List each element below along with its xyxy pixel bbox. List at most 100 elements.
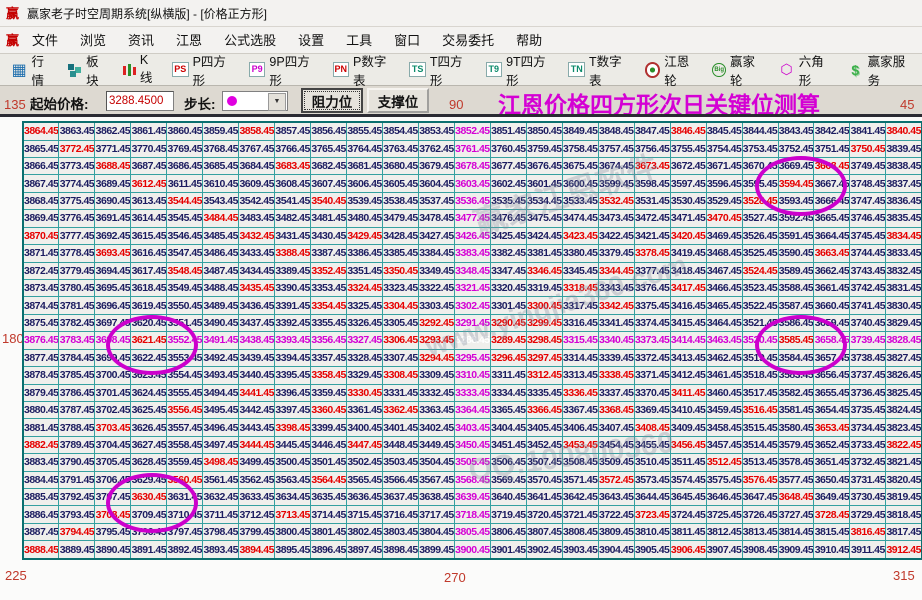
toolbar-button-T四方形[interactable]: TS T四方形 (403, 49, 479, 91)
price-cell-3623.45: 3623.45 (130, 366, 168, 385)
price-cell-3534.45: 3534.45 (525, 191, 563, 211)
toolbar-button-T数字表[interactable]: TN T数字表 (562, 49, 638, 91)
toolbar-button-9P四方形[interactable]: P9 9P四方形 (243, 49, 327, 91)
price-cell-3730.45: 3730.45 (849, 488, 887, 507)
price-cell-3459.45: 3459.45 (705, 400, 743, 420)
price-cell-3831.45: 3831.45 (885, 278, 922, 298)
price-cell-3898.45: 3898.45 (382, 540, 419, 560)
price-cell-3839.45: 3839.45 (885, 139, 922, 159)
price-cell-3911.45: 3911.45 (849, 540, 887, 560)
price-cell-3294.45: 3294.45 (417, 348, 455, 368)
toolbar-button-P数字表[interactable]: PN P数字表 (327, 49, 404, 91)
price-cell-3603.45: 3603.45 (453, 174, 491, 193)
price-cell-3579.45: 3579.45 (777, 435, 815, 455)
price-cell-3297.45: 3297.45 (525, 348, 563, 368)
price-cell-3387.45: 3387.45 (310, 244, 348, 263)
toolbar-label: P数字表 (353, 54, 387, 88)
price-cell-3316.45: 3316.45 (561, 313, 599, 333)
price-cell-3764.45: 3764.45 (346, 139, 384, 159)
price-cell-3686.45: 3686.45 (166, 157, 204, 176)
price-cell-3711.45: 3711.45 (202, 505, 240, 524)
price-cell-3850.45: 3850.45 (525, 121, 563, 141)
price-cell-3738.45: 3738.45 (849, 348, 887, 368)
price-cell-3451.45: 3451.45 (489, 435, 527, 455)
toolbar-button-江恩轮[interactable]: 江恩轮 (639, 49, 707, 91)
price-cell-3804.45: 3804.45 (417, 522, 455, 542)
price-cell-3444.45: 3444.45 (238, 435, 276, 455)
price-cell-3434.45: 3434.45 (238, 261, 276, 280)
toolbar-button-P四方形[interactable]: PS P四方形 (166, 49, 243, 91)
price-cell-3731.45: 3731.45 (849, 470, 887, 490)
toolbar-button-K线[interactable]: K线 (116, 51, 166, 88)
price-cell-3791.45: 3791.45 (58, 470, 96, 490)
price-cell-3544.45: 3544.45 (166, 191, 204, 211)
toolbar-label: T数字表 (588, 54, 622, 88)
price-cell-3493.45: 3493.45 (202, 366, 240, 385)
toolbar-button-赢家轮[interactable]: Big 赢家轮 (706, 49, 772, 91)
price-cell-3611.45: 3611.45 (166, 174, 204, 193)
price-cell-3843.45: 3843.45 (777, 121, 815, 141)
price-cell-3681.45: 3681.45 (346, 157, 384, 176)
price-cell-3802.45: 3802.45 (346, 522, 384, 542)
price-cell-3500.45: 3500.45 (274, 453, 312, 472)
price-cell-3471.45: 3471.45 (669, 209, 707, 228)
wheel-icon (644, 61, 661, 78)
start-price-label: 起始价格: (30, 97, 89, 112)
start-price-input[interactable] (106, 91, 174, 111)
price-cell-3354.45: 3354.45 (310, 296, 348, 315)
grid-icon: ▦ (11, 61, 27, 79)
price-cell-3755.45: 3755.45 (669, 139, 707, 159)
price-cell-3641.45: 3641.45 (525, 488, 563, 507)
toolbar-button-六角形[interactable]: ⬡ 六角形 (772, 49, 841, 91)
price-cell-3564.45: 3564.45 (310, 470, 348, 490)
price-cell-3713.45: 3713.45 (274, 505, 312, 524)
price-cell-3389.45: 3389.45 (274, 261, 312, 280)
price-cell-3853.45: 3853.45 (417, 121, 455, 141)
price-cell-3346.45: 3346.45 (525, 261, 563, 280)
dropdown-arrow-icon[interactable]: ▼ (268, 93, 286, 111)
price-cell-3383.45: 3383.45 (453, 244, 491, 263)
toolbar-button-板块[interactable]: 板块 (62, 49, 117, 91)
price-cell-3651.45: 3651.45 (813, 453, 851, 472)
price-cell-3838.45: 3838.45 (885, 157, 922, 176)
price-cell-3308.45: 3308.45 (382, 366, 419, 385)
price-cell-3556.45: 3556.45 (166, 400, 204, 420)
price-cell-3312.45: 3312.45 (525, 366, 563, 385)
price-cell-3292.45: 3292.45 (417, 313, 455, 333)
price-cell-3300.45: 3300.45 (525, 296, 563, 315)
price-cell-3699.45: 3699.45 (94, 348, 132, 368)
price-cell-3558.45: 3558.45 (166, 435, 204, 455)
price-cell-3893.45: 3893.45 (202, 540, 240, 560)
toolbar-button-9T四方形[interactable]: T9 9T四方形 (480, 49, 563, 91)
price-cell-3462.45: 3462.45 (705, 348, 743, 368)
price-cell-3596.45: 3596.45 (705, 174, 743, 193)
price-cell-3912.45: 3912.45 (885, 540, 922, 560)
price-cell-3715.45: 3715.45 (346, 505, 384, 524)
price-cell-3780.45: 3780.45 (58, 278, 96, 298)
angle-label-90: 90 (449, 97, 464, 112)
price-cell-3648.45: 3648.45 (777, 488, 815, 507)
price-cell-3510.45: 3510.45 (633, 453, 671, 472)
price-cell-3870.45: 3870.45 (22, 226, 60, 246)
support-button[interactable]: 支撑位 (367, 88, 429, 113)
price-cell-3779.45: 3779.45 (58, 261, 96, 280)
step-label: 步长: (184, 97, 216, 112)
price-cell-3781.45: 3781.45 (58, 296, 96, 315)
price-cell-3366.45: 3366.45 (525, 400, 563, 420)
price-cell-3726.45: 3726.45 (741, 505, 779, 524)
price-cell-3306.45: 3306.45 (382, 331, 419, 350)
price-cell-3720.45: 3720.45 (525, 505, 563, 524)
price-cell-3826.45: 3826.45 (885, 366, 922, 385)
step-dropdown[interactable]: ▼ (222, 91, 288, 111)
toolbar-button-赢家服务[interactable]: $ 赢家服务 (841, 49, 922, 91)
price-cell-3561.45: 3561.45 (202, 470, 240, 490)
resistance-button[interactable]: 阻力位 (301, 88, 363, 113)
window-title: 赢家老子时空周期系统[纵横版] - [价格正方形] (27, 6, 268, 21)
price-cell-3396.45: 3396.45 (274, 383, 312, 402)
price-cell-3697.45: 3697.45 (94, 313, 132, 333)
price-cell-3745.45: 3745.45 (849, 226, 887, 246)
toolbar-button-行情[interactable]: ▦ 行情 (5, 49, 62, 91)
price-cell-3334.45: 3334.45 (489, 383, 527, 402)
price-cell-3688.45: 3688.45 (94, 157, 132, 176)
toolbar: ▦ 行情 板块 K线 PS P四方形 P9 9P四方形 PN P数字表 TS T四方形 T9 9T四方形 T… (0, 51, 922, 88)
